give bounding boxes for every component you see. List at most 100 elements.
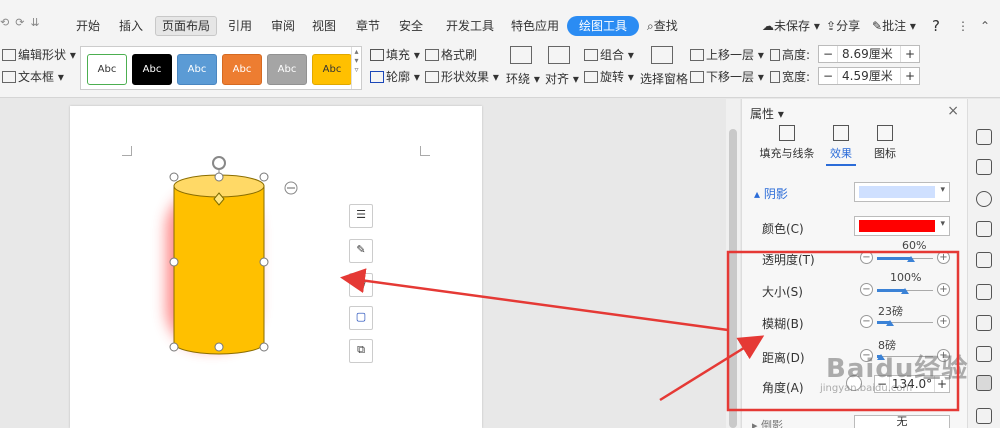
fill-button[interactable]: 填充 ▾ — [370, 46, 420, 64]
resize-handle[interactable] — [214, 172, 224, 182]
style-swatch-label: Abc — [322, 64, 342, 75]
tab-icons[interactable]: 图标 — [870, 125, 900, 161]
rotate-handle-icon[interactable] — [212, 156, 226, 170]
tab-page-layout[interactable]: 页面布局 — [155, 16, 218, 36]
outline-icon[interactable]: ▢ — [349, 306, 373, 330]
image-icon[interactable] — [976, 408, 992, 424]
help-button[interactable]: ? — [932, 16, 940, 36]
slider-knob[interactable] — [901, 288, 909, 294]
increase-button[interactable]: + — [937, 251, 950, 264]
shadow-preset-dropdown[interactable]: ▾ — [854, 182, 950, 202]
style-swatch[interactable]: Abc — [177, 54, 217, 85]
blur-slider[interactable]: − 23磅 + — [860, 305, 950, 331]
tab-special[interactable]: 特色应用 — [505, 16, 565, 36]
settings-sliders-icon[interactable] — [976, 375, 992, 391]
width-input[interactable]: 4.59厘米 — [837, 68, 901, 84]
search-button[interactable]: ⌕查找 — [647, 16, 678, 36]
unsaved-button[interactable]: ☁未保存 ▾ — [762, 16, 820, 36]
height-input[interactable]: 8.69厘米 — [837, 46, 901, 62]
width-stepper[interactable]: − 4.59厘米 + — [818, 67, 920, 85]
bring-forward-button[interactable]: 上移一层 ▾ — [690, 46, 764, 64]
align-button[interactable]: 对齐 ▾ — [545, 70, 579, 88]
size-slider[interactable]: − 100% + — [860, 271, 950, 299]
tab-home[interactable]: 开始 — [70, 16, 106, 36]
transparency-slider[interactable]: − 60% + — [860, 239, 950, 267]
width-decrease-button[interactable]: − — [819, 68, 837, 84]
style-swatch[interactable]: Abc — [222, 54, 262, 85]
tab-effects[interactable]: 效果 — [826, 125, 856, 166]
height-increase-button[interactable]: + — [901, 46, 919, 62]
shapes-icon[interactable] — [976, 221, 992, 237]
scroll-thumb[interactable] — [729, 129, 737, 428]
slider-knob[interactable] — [885, 320, 894, 326]
resize-handle[interactable] — [169, 257, 179, 267]
style-swatch[interactable]: Abc — [312, 54, 352, 85]
table-icon[interactable] — [976, 284, 992, 300]
cylinder-body[interactable] — [173, 185, 265, 355]
resize-handle[interactable] — [259, 342, 269, 352]
shape-effects-button[interactable]: 形状效果 ▾ — [425, 68, 499, 86]
triangle-icon[interactable] — [976, 252, 992, 268]
height-stepper[interactable]: − 8.69厘米 + — [818, 45, 920, 63]
shadow-section-header[interactable]: ▴ 阴影 — [754, 185, 788, 202]
style-swatch[interactable]: Abc — [87, 54, 127, 85]
document-scrollbar[interactable] — [726, 99, 740, 428]
decrease-button[interactable]: − — [860, 251, 873, 264]
fill-bucket-icon[interactable]: ⬠ — [349, 273, 373, 297]
tab-fill-and-line[interactable]: 填充与线条 — [752, 125, 822, 161]
style-swatch[interactable]: Abc — [132, 54, 172, 85]
wrap-button[interactable]: 环绕 ▾ — [506, 70, 540, 88]
rotate-button[interactable]: 旋转 ▾ — [584, 68, 634, 86]
customize-icon[interactable]: ⇊ — [30, 16, 39, 29]
selection-pane-button[interactable]: 选择窗格 — [640, 70, 688, 88]
decrease-button[interactable]: − — [860, 315, 873, 328]
reflection-section-header[interactable]: ▸ 倒影 — [752, 417, 783, 428]
pointer-icon[interactable] — [976, 159, 992, 175]
more-icon[interactable]: ⋮ — [957, 16, 969, 36]
tab-view[interactable]: 视图 — [306, 16, 342, 36]
shadow-color-dropdown[interactable]: ▾ — [854, 216, 950, 236]
tab-insert[interactable]: 插入 — [113, 16, 149, 36]
tab-references[interactable]: 引用 — [222, 16, 258, 36]
outline-button[interactable]: 轮廓 ▾ — [370, 68, 420, 86]
resize-handle[interactable] — [169, 342, 179, 352]
grid-icon[interactable] — [976, 315, 992, 331]
undo-icon[interactable]: ⟲ — [0, 16, 9, 29]
increase-button[interactable]: + — [937, 283, 950, 296]
format-painter-button[interactable]: 格式刷 — [425, 46, 477, 64]
document-page[interactable]: ☰ ✎ ⬠ ▢ ⧉ — [70, 106, 482, 428]
height-decrease-button[interactable]: − — [819, 46, 837, 62]
tab-developer[interactable]: 开发工具 — [440, 16, 500, 36]
tab-drawing-tools[interactable]: 绘图工具 — [567, 16, 640, 36]
close-icon[interactable]: × — [947, 103, 959, 119]
style-swatch[interactable]: Abc — [267, 54, 307, 85]
reflection-dropdown[interactable]: 无 — [854, 415, 950, 428]
send-backward-button[interactable]: 下移一层 ▾ — [690, 68, 764, 86]
share-button[interactable]: ⇪分享 — [826, 16, 860, 36]
width-increase-button[interactable]: + — [901, 68, 919, 84]
layout-options-icon[interactable]: ☰ — [349, 204, 373, 228]
redo-icon[interactable]: ⟳ — [15, 16, 24, 29]
group-button[interactable]: 组合 ▾ — [584, 46, 634, 64]
tab-chapter[interactable]: 章节 — [350, 16, 386, 36]
location-icon[interactable] — [976, 191, 992, 207]
resize-handle[interactable] — [214, 342, 224, 352]
text-box-button[interactable]: 文本框 ▾ — [2, 68, 64, 86]
collapse-icon[interactable]: ⌃ — [980, 16, 990, 36]
slider-knob[interactable] — [906, 256, 915, 262]
comment-button[interactable]: ✎批注 ▾ — [872, 16, 916, 36]
tab-security[interactable]: 安全 — [393, 16, 429, 36]
text-box-icon[interactable]: ⧉ — [349, 339, 373, 363]
edit-icon[interactable] — [976, 129, 992, 145]
slider-fill — [877, 257, 911, 260]
pen-icon[interactable]: ✎ — [349, 239, 373, 263]
resize-handle[interactable] — [169, 172, 179, 182]
edit-shape-button[interactable]: 编辑形状 ▾ — [2, 46, 76, 64]
resize-handle[interactable] — [259, 257, 269, 267]
gallery-scroll[interactable]: ▴ ▾ ▿ — [351, 47, 361, 89]
resize-handle[interactable] — [259, 172, 269, 182]
chart-icon[interactable] — [976, 346, 992, 362]
increase-button[interactable]: + — [937, 315, 950, 328]
tab-review[interactable]: 审阅 — [265, 16, 301, 36]
decrease-button[interactable]: − — [860, 283, 873, 296]
